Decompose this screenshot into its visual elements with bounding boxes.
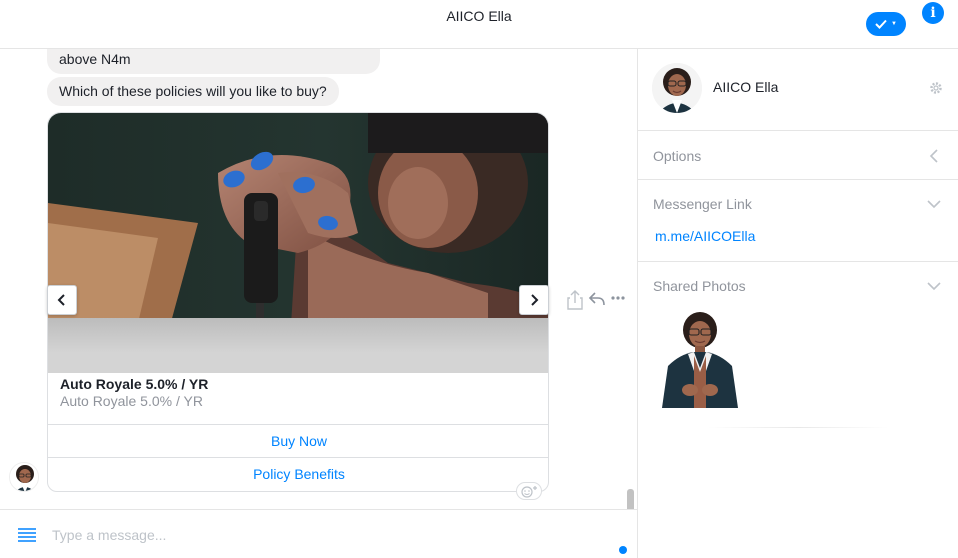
chevron-left-icon [57,294,65,306]
chevron-down-icon[interactable] [926,196,942,212]
checkmark-icon [875,19,887,29]
carousel-next-button[interactable] [519,285,549,315]
card-title: Auto Royale 5.0% / YR [60,376,209,392]
policy-benefits-button[interactable]: Policy Benefits [48,458,548,491]
shared-photos-label[interactable]: Shared Photos [653,278,746,294]
menu-icon[interactable] [17,526,37,544]
send-indicator[interactable] [619,546,627,554]
sender-avatar [9,462,39,492]
message-bubble: Which of these policies will you like to… [47,77,339,106]
messenger-link-url[interactable]: m.me/AIICOElla [655,228,755,244]
divider [708,427,888,428]
reaction-button[interactable] [516,482,542,500]
buy-now-button[interactable]: Buy Now [48,425,548,458]
profile-avatar[interactable] [652,63,702,113]
options-label: Options [653,148,702,164]
carousel-card: Auto Royale 5.0% / YR Auto Royale 5.0% /… [47,112,549,492]
messenger-link-section: Messenger Link m.me/AIICOElla [638,180,958,262]
conversation-header: AIICO Ella ▼ i [0,0,958,49]
mark-done-button[interactable]: ▼ [866,12,906,36]
message-actions [566,289,628,311]
caret-down-icon: ▼ [891,21,897,27]
card-info: Auto Royale 5.0% / YR Auto Royale 5.0% /… [48,373,548,425]
thread-scrollbar[interactable] [627,489,634,509]
chevron-right-icon [531,294,539,306]
profile-section: AIICO Ella [638,49,958,131]
gear-icon[interactable] [928,80,944,96]
message-input[interactable] [52,524,592,546]
shared-photos-section: Shared Photos [638,262,958,432]
options-section[interactable]: Options [638,131,958,180]
carousel-prev-button[interactable] [47,285,77,315]
message-thread[interactable]: above N4m Which of these policies will y… [0,49,637,509]
car-key-photo [48,113,548,373]
profile-name: AIICO Ella [713,79,779,95]
share-icon[interactable] [566,289,584,311]
smiley-add-icon [521,486,537,498]
conversation-details-panel: AIICO Ella Options Messenger Link m.me/A… [637,49,958,558]
chevron-down-icon[interactable] [926,278,942,294]
message-bubble: above N4m [47,49,380,74]
more-icon[interactable] [610,295,626,301]
card-subtitle: Auto Royale 5.0% / YR [60,393,203,409]
messenger-link-label[interactable]: Messenger Link [653,196,752,212]
shared-photo-thumbnail[interactable] [650,308,746,408]
chevron-left-icon [929,149,938,163]
message-composer [0,509,637,558]
info-icon[interactable]: i [922,2,944,24]
conversation-title: AIICO Ella [446,8,512,24]
reply-icon[interactable] [588,291,606,307]
